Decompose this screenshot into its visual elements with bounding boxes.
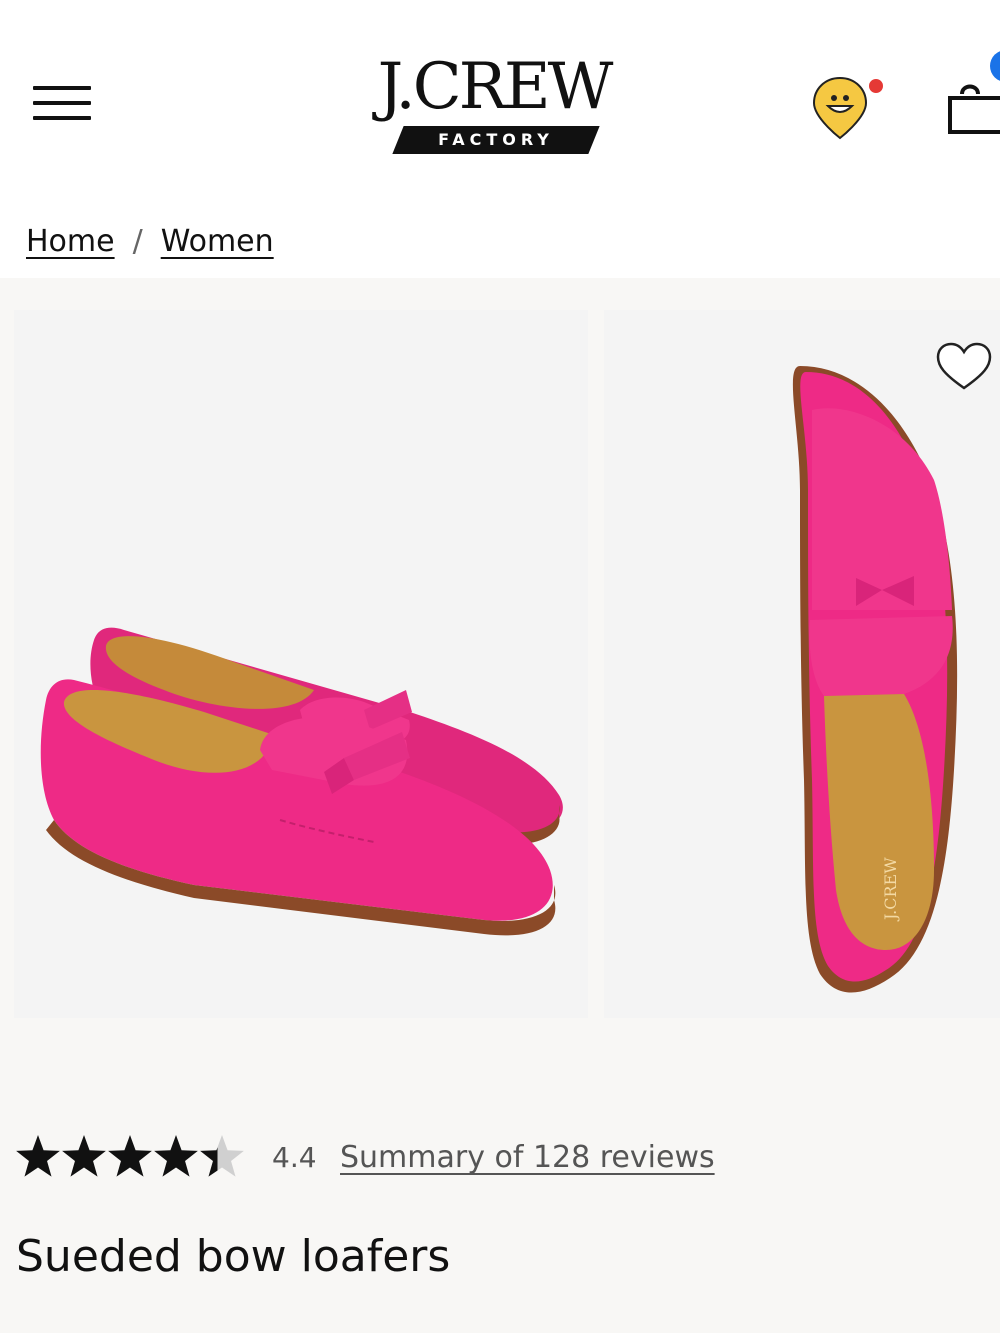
star-icon	[16, 1135, 60, 1177]
site-header: J.CREW FACTORY	[0, 0, 1000, 190]
star-icon	[200, 1135, 244, 1177]
breadcrumb-separator: /	[132, 224, 143, 259]
reviews-summary-link[interactable]: Summary of 128 reviews	[340, 1138, 715, 1178]
star-rating	[16, 1135, 244, 1177]
star-icon	[154, 1135, 198, 1177]
product-page: J.CREW FACTORY Home / Women J.CREW 4.4 S…	[0, 0, 1000, 1333]
logo-sub-text: FACTORY	[438, 130, 554, 149]
rating-value: 4.4	[272, 1141, 317, 1174]
loafers-pair-illustration	[40, 627, 563, 936]
notification-dot	[867, 77, 885, 95]
product-title: Sueded bow loafers	[16, 1231, 451, 1282]
breadcrumb: Home / Women	[26, 222, 274, 262]
product-image-pair[interactable]	[14, 310, 588, 1018]
hamburger-menu-icon[interactable]	[30, 82, 94, 126]
heart-outline-icon[interactable]	[934, 340, 994, 396]
shopping-bag-icon[interactable]	[944, 50, 1000, 140]
logo-wordmark: J.CREW	[377, 50, 614, 124]
cart-count-badge	[990, 51, 1000, 81]
insole-brand-text: J.CREW	[881, 857, 900, 922]
star-icon	[108, 1135, 152, 1177]
product-reviews: 4.4 Summary of 128 reviews	[16, 1130, 1000, 1186]
location-pin-smiley-icon[interactable]	[808, 74, 888, 144]
star-icon	[62, 1135, 106, 1177]
breadcrumb-women-link[interactable]: Women	[161, 224, 274, 259]
product-image-top[interactable]: J.CREW	[604, 310, 1000, 1018]
jcrew-factory-logo[interactable]: J.CREW FACTORY	[358, 52, 630, 158]
breadcrumb-home-link[interactable]: Home	[26, 224, 115, 259]
loafer-top-illustration: J.CREW	[792, 366, 958, 993]
